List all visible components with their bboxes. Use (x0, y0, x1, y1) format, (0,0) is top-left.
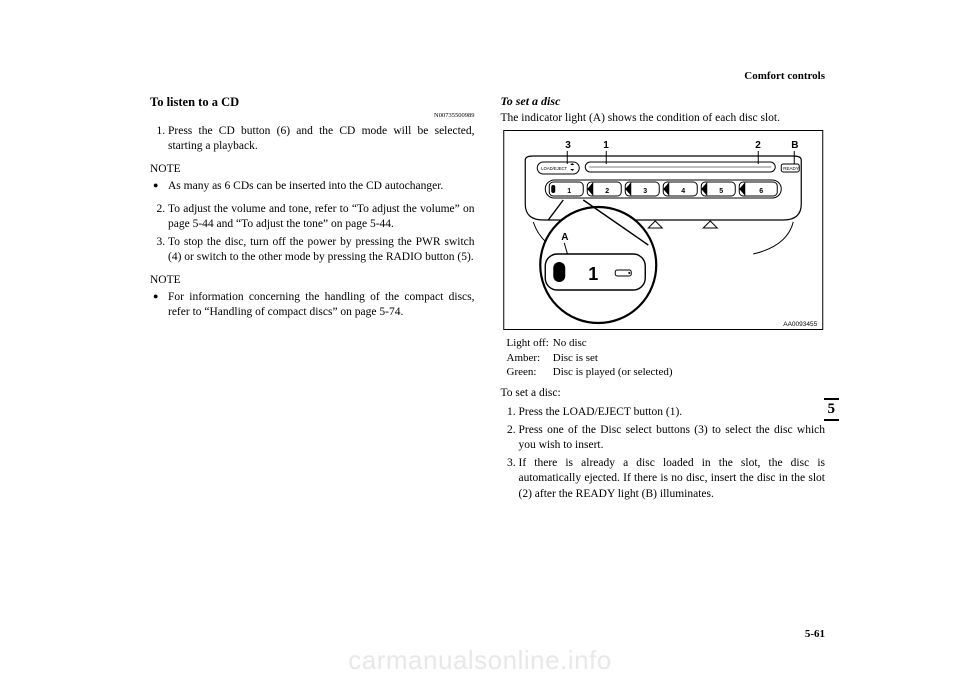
ready-label: READY (783, 166, 799, 171)
inset-slot-number: 1 (588, 264, 598, 284)
left-steps-1: Press the CD button (6) and the CD mode … (150, 124, 475, 154)
section-tab: 5 (824, 398, 840, 421)
svg-text:4: 4 (681, 188, 685, 195)
right-column: To set a disc The indicator light (A) sh… (501, 94, 826, 638)
left-steps-2: To adjust the volume and tone, refer to … (150, 202, 475, 266)
left-heading: To listen to a CD (150, 94, 475, 111)
table-row: Green:Disc is played (or selected) (507, 365, 677, 380)
load-eject-label: LOAD/EJECT (541, 166, 567, 171)
svg-text:1: 1 (567, 188, 571, 195)
callout-2: 2 (755, 140, 761, 151)
list-item: Press the CD button (6) and the CD mode … (168, 124, 475, 154)
figure-code: AA0093455 (783, 321, 817, 328)
list-item: To adjust the volume and tone, refer to … (168, 202, 475, 232)
right-steps: Press the LOAD/EJECT button (1). Press o… (501, 405, 826, 502)
note-heading: NOTE (150, 162, 475, 177)
callout-3: 3 (565, 140, 571, 151)
list-item: Press the LOAD/EJECT button (1). (519, 405, 826, 420)
left-column: To listen to a CD N00735500989 Press the… (150, 94, 475, 638)
figure-svg: 3 1 2 B LOAD/EJECT (501, 130, 826, 330)
callout-1: 1 (603, 140, 609, 151)
page-number: 5-61 (805, 628, 825, 640)
table-row: Light off:No disc (507, 336, 677, 351)
right-heading: To set a disc (501, 94, 826, 110)
list-item: For information concerning the handling … (168, 290, 475, 320)
svg-text:5: 5 (719, 188, 723, 195)
legend-table: Light off:No disc Amber:Disc is set Gree… (507, 336, 677, 380)
right-subline: The indicator light (A) shows the condit… (501, 111, 826, 126)
inset-label-a: A (561, 232, 568, 243)
watermark: carmanualsonline.info (0, 645, 960, 676)
list-item: If there is already a disc loaded in the… (519, 456, 826, 502)
list-item: To stop the disc, turn off the power by … (168, 235, 475, 265)
page: Comfort controls To listen to a CD N0073… (150, 70, 825, 638)
note-heading: NOTE (150, 273, 475, 288)
note1-list: As many as 6 CDs can be inserted into th… (150, 179, 475, 194)
running-header: Comfort controls (744, 70, 825, 82)
svg-text:6: 6 (759, 188, 763, 195)
callout-b: B (791, 140, 798, 151)
doc-code: N00735500989 (150, 112, 475, 121)
list-item: As many as 6 CDs can be inserted into th… (168, 179, 475, 194)
svg-text:2: 2 (605, 188, 609, 195)
figure-disc-slot: 3 1 2 B LOAD/EJECT (501, 130, 826, 330)
note2-list: For information concerning the handling … (150, 290, 475, 320)
right-lead: To set a disc: (501, 386, 826, 401)
list-item: Press one of the Disc select buttons (3)… (519, 423, 826, 453)
table-row: Amber:Disc is set (507, 351, 677, 366)
svg-text:3: 3 (643, 188, 647, 195)
columns: To listen to a CD N00735500989 Press the… (150, 94, 825, 638)
